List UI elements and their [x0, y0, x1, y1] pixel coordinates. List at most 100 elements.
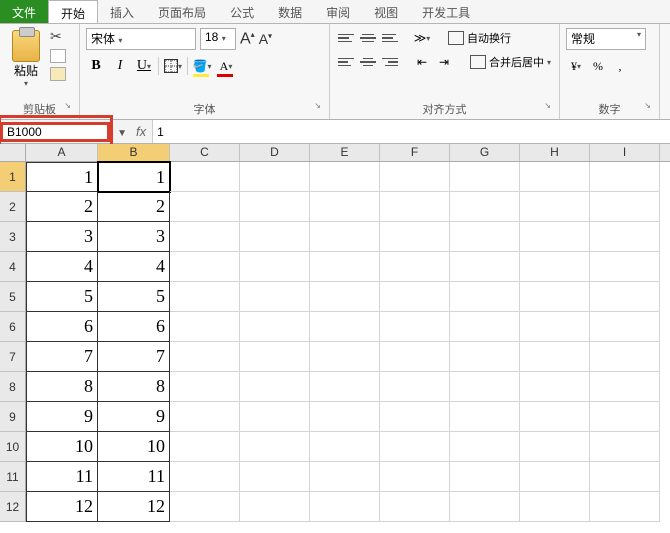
cell[interactable] [170, 402, 240, 432]
tab-data[interactable]: 数据 [266, 0, 314, 23]
cell[interactable] [170, 312, 240, 342]
increase-font-button[interactable]: A▴ [240, 30, 255, 48]
cell[interactable] [590, 312, 660, 342]
tab-formula[interactable]: 公式 [218, 0, 266, 23]
cell[interactable] [380, 492, 450, 522]
cell[interactable] [590, 492, 660, 522]
tab-insert[interactable]: 插入 [98, 0, 146, 23]
row-header[interactable]: 7 [0, 342, 26, 372]
cell[interactable] [590, 432, 660, 462]
tab-view[interactable]: 视图 [362, 0, 410, 23]
cell[interactable] [310, 312, 380, 342]
cell[interactable]: 10 [98, 432, 170, 462]
cell[interactable] [450, 492, 520, 522]
cell[interactable] [590, 282, 660, 312]
row-header[interactable]: 3 [0, 222, 26, 252]
cell[interactable] [520, 162, 590, 192]
col-header-G[interactable]: G [450, 144, 520, 161]
cell[interactable] [310, 252, 380, 282]
col-header-F[interactable]: F [380, 144, 450, 161]
cell[interactable]: 8 [98, 372, 170, 402]
col-header-D[interactable]: D [240, 144, 310, 161]
cell[interactable]: 12 [26, 492, 98, 522]
cell[interactable] [450, 342, 520, 372]
row-header[interactable]: 10 [0, 432, 26, 462]
cell[interactable] [170, 462, 240, 492]
increase-indent-button[interactable]: ⇥ [434, 52, 454, 72]
cell[interactable]: 7 [26, 342, 98, 372]
row-header[interactable]: 1 [0, 162, 26, 192]
cell[interactable]: 6 [98, 312, 170, 342]
cell[interactable] [310, 402, 380, 432]
cell[interactable] [590, 222, 660, 252]
cell[interactable] [520, 402, 590, 432]
align-top-button[interactable] [336, 29, 356, 47]
cell[interactable] [240, 402, 310, 432]
cell[interactable] [170, 252, 240, 282]
cell[interactable] [520, 252, 590, 282]
decrease-font-button[interactable]: A▾ [259, 31, 272, 47]
bold-button[interactable]: B [86, 56, 106, 76]
cell[interactable] [240, 192, 310, 222]
cell[interactable] [310, 492, 380, 522]
cell[interactable] [590, 462, 660, 492]
cell[interactable]: 8 [26, 372, 98, 402]
chevron-down-icon[interactable]: ▼ [117, 128, 127, 139]
merge-center-button[interactable]: 合并后居中▾ [470, 54, 551, 70]
row-header[interactable]: 8 [0, 372, 26, 402]
cell[interactable] [380, 162, 450, 192]
align-left-button[interactable] [336, 53, 356, 71]
cell[interactable]: 9 [26, 402, 98, 432]
cell[interactable] [520, 432, 590, 462]
cell[interactable] [240, 252, 310, 282]
cell[interactable] [170, 432, 240, 462]
cell[interactable] [380, 432, 450, 462]
cell[interactable] [450, 312, 520, 342]
select-all-corner[interactable] [0, 144, 26, 161]
cell[interactable] [310, 342, 380, 372]
number-format-combo[interactable]: 常规 ▾ [566, 28, 646, 50]
cell[interactable]: 12 [98, 492, 170, 522]
col-header-I[interactable]: I [590, 144, 660, 161]
row-header[interactable]: 4 [0, 252, 26, 282]
cell[interactable] [520, 372, 590, 402]
formula-input[interactable]: 1 [152, 120, 670, 143]
comma-button[interactable]: , [610, 56, 630, 76]
cell[interactable] [450, 192, 520, 222]
cell[interactable] [450, 162, 520, 192]
cell[interactable] [450, 222, 520, 252]
cell[interactable]: 2 [26, 192, 98, 222]
row-header[interactable]: 5 [0, 282, 26, 312]
cell[interactable] [240, 462, 310, 492]
cell[interactable] [310, 192, 380, 222]
format-painter-button[interactable] [50, 67, 66, 81]
fill-color-button[interactable]: 🪣▾ [192, 56, 212, 76]
cell[interactable] [450, 282, 520, 312]
col-header-E[interactable]: E [310, 144, 380, 161]
cell[interactable] [590, 402, 660, 432]
border-button[interactable]: ▾ [163, 56, 183, 76]
cell[interactable]: 6 [26, 312, 98, 342]
cell[interactable] [170, 192, 240, 222]
cell[interactable] [310, 372, 380, 402]
cell[interactable] [310, 462, 380, 492]
cell[interactable]: 2 [98, 192, 170, 222]
col-header-C[interactable]: C [170, 144, 240, 161]
cut-button[interactable]: ✂ [50, 28, 66, 45]
tab-home[interactable]: 开始 [48, 0, 98, 23]
cell[interactable]: 5 [98, 282, 170, 312]
col-header-H[interactable]: H [520, 144, 590, 161]
cell[interactable] [520, 342, 590, 372]
fx-icon[interactable]: fx [136, 124, 146, 139]
underline-button[interactable]: U▾ [134, 56, 154, 76]
cell[interactable]: 4 [98, 252, 170, 282]
tab-dev[interactable]: 开发工具 [410, 0, 482, 23]
cell[interactable] [380, 372, 450, 402]
cell[interactable]: 5 [26, 282, 98, 312]
cell[interactable] [310, 282, 380, 312]
row-header[interactable]: 6 [0, 312, 26, 342]
copy-button[interactable] [50, 49, 66, 63]
cell[interactable]: 3 [98, 222, 170, 252]
cell[interactable] [590, 162, 660, 192]
cell[interactable] [240, 162, 310, 192]
